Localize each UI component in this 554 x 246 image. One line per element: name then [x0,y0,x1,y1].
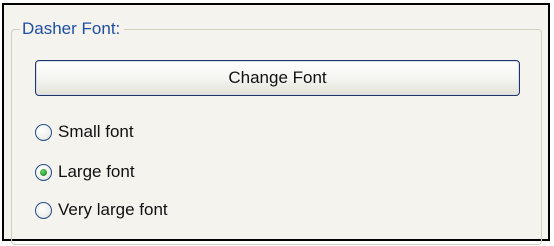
radio-button-small-font[interactable] [35,123,52,141]
radio-button-very-large-font[interactable] [35,201,52,219]
dasher-font-group-label: Dasher Font: [20,18,125,40]
change-font-button[interactable]: Change Font [35,60,520,96]
radio-option-very-large-font[interactable]: Very large font [35,198,168,222]
radio-button-large-font[interactable] [35,163,52,181]
radio-option-small-font[interactable]: Small font [35,120,134,144]
radio-option-large-font[interactable]: Large font [35,160,135,184]
radio-label-large-font: Large font [58,162,135,181]
radio-label-small-font: Small font [58,122,134,141]
radio-label-very-large-font: Very large font [58,200,168,219]
radio-selected-dot [40,168,47,176]
